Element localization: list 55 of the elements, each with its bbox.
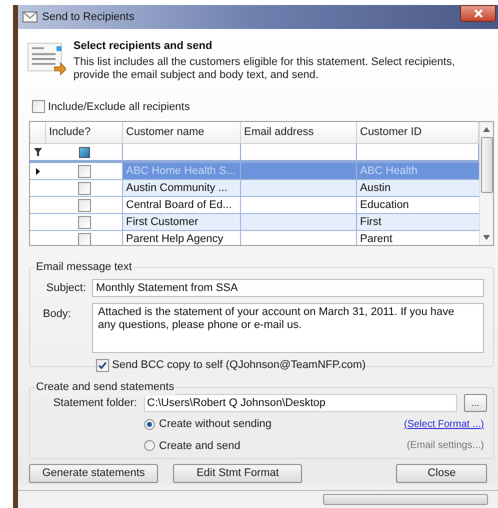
table-cell: Austin Community ...: [123, 180, 241, 196]
checkbox[interactable]: [32, 100, 45, 114]
header-title: Select recipients and send: [73, 39, 214, 54]
table-cell-text: First: [359, 215, 382, 230]
column-header[interactable]: Customer name: [123, 122, 241, 143]
table-row[interactable]: First Customer First: [30, 214, 479, 231]
scroll-down-icon[interactable]: [483, 235, 490, 240]
body-text: Attached is the statement of your account on March 31, 2011. If you have any questions, please phone or e-mail us.: [97, 305, 456, 333]
checkbox[interactable]: [78, 216, 90, 228]
filter-icon[interactable]: [34, 148, 42, 156]
field-label: Subject:: [45, 280, 87, 296]
table-cell-text: Education: [359, 198, 410, 213]
radio-label: Create and send: [159, 438, 240, 454]
checkbox-label: Include/Exclude all recipients: [48, 100, 190, 114]
checkbox[interactable]: [78, 232, 90, 245]
checkbox-label: Send BCC copy to self (QJohnson@TeamNFP.com): [112, 358, 366, 373]
table-cell: ABC Home Health S...: [123, 163, 241, 179]
checkbox[interactable]: [78, 198, 90, 212]
window-title: Send to Recipients: [42, 10, 134, 25]
folder-field[interactable]: C:\Users\Robert Q Johnson\Desktop: [144, 394, 457, 412]
table-cell-text: Austin: [359, 181, 392, 196]
dialog-button[interactable]: Edit Stmt Format: [173, 464, 302, 483]
table-row[interactable]: Central Board of Ed... Education: [30, 197, 479, 214]
field-label: Statement folder:: [52, 396, 138, 411]
format-link[interactable]: (Select Format ...): [404, 416, 484, 432]
checkbox[interactable]: [78, 182, 90, 194]
table-cell-text: ABC Health: [359, 164, 418, 179]
radio-button[interactable]: [144, 440, 155, 452]
column-header[interactable]: Email address: [241, 122, 357, 143]
table-cell: Parent Help Agency: [123, 231, 241, 245]
close-button[interactable]: [460, 5, 496, 22]
checkbox[interactable]: [96, 358, 109, 372]
table-row[interactable]: Austin Community ... Austin: [30, 180, 479, 197]
filter-checkbox[interactable]: [78, 146, 90, 158]
subject-field[interactable]: Monthly Statement from SSA: [92, 279, 484, 297]
column-header[interactable]: Include?: [46, 122, 123, 143]
field-label: Body:: [42, 307, 72, 322]
checkbox[interactable]: [78, 164, 90, 178]
group-title: Email message text: [35, 259, 133, 276]
dialog-button[interactable]: Generate statements: [29, 464, 158, 483]
envelope-icon: [22, 10, 38, 24]
radio-button[interactable]: [144, 418, 155, 430]
scroll-up-icon[interactable]: [483, 127, 490, 132]
group-title: Create and send statements: [35, 379, 176, 396]
body-field[interactable]: Attached is the statement of your account on March 31, 2011. If you have any questions, please phone or e-mail us.: [92, 303, 484, 353]
table-cell-text: Parent: [359, 232, 394, 245]
radio-label: Create without sending: [159, 417, 272, 432]
current-row-icon: [36, 168, 40, 174]
table-cell: Central Board of Ed...: [123, 197, 241, 213]
close-icon: [474, 9, 482, 18]
dialog-button[interactable]: Close: [396, 464, 487, 483]
vertical-scrollbar[interactable]: [479, 122, 493, 245]
header-description: This list includes all the customers eligible for this statement. Select recipients, provide the email subject and body text, and send.: [73, 56, 456, 82]
browse-button[interactable]: ...: [464, 394, 487, 412]
table-cell: First Customer: [123, 214, 241, 230]
